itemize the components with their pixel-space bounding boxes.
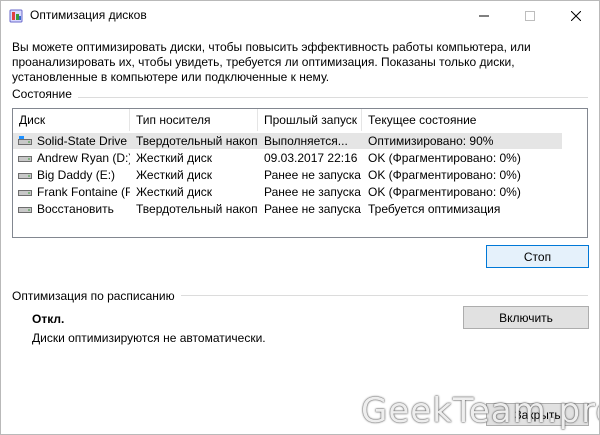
cell-last-run: 09.03.2017 22:16 bbox=[264, 151, 358, 165]
cell-media-type: Жесткий диск bbox=[136, 151, 213, 165]
optimize-drives-window: Оптимизация дисков Вы можете оптимизиров… bbox=[0, 0, 600, 435]
title-bar[interactable]: Оптимизация дисков bbox=[1, 1, 599, 31]
cell-last-run: Ранее не запуска... bbox=[264, 168, 362, 182]
defrag-app-icon bbox=[9, 9, 23, 23]
system-drive-icon bbox=[18, 136, 32, 145]
column-media-type[interactable]: Тип носителя bbox=[130, 109, 258, 131]
drive-row[interactable]: Big Daddy (E:) Жесткий диск Ранее не запус… bbox=[13, 167, 587, 183]
drive-row[interactable]: Frank Fontaine (F:) Жесткий диск Ранее не … bbox=[13, 184, 587, 200]
watermark: GeekTeam.pro bbox=[361, 391, 600, 431]
status-section-label: Состояние bbox=[12, 87, 78, 101]
cell-media-type: Твердотельный накоп... bbox=[130, 133, 258, 149]
column-disk[interactable]: Диск bbox=[13, 109, 130, 131]
window-title: Оптимизация дисков bbox=[30, 8, 147, 22]
status-divider bbox=[12, 97, 588, 98]
cell-last-run: Ранее не запуска... bbox=[264, 202, 362, 216]
schedule-state: Откл. bbox=[32, 312, 65, 326]
cell-current-status: OK (Фрагментировано: 0%) bbox=[368, 185, 521, 199]
close-icon bbox=[571, 11, 581, 21]
column-current-status[interactable]: Текущее состояние bbox=[362, 109, 587, 131]
hard-drive-icon bbox=[18, 156, 32, 162]
maximize-icon bbox=[525, 11, 535, 21]
maximize-button[interactable] bbox=[507, 1, 553, 31]
cell-last-run: Ранее не запуска... bbox=[264, 185, 362, 199]
cell-current-status: OK (Фрагментировано: 0%) bbox=[368, 168, 521, 182]
cell-media-type: Жесткий диск bbox=[136, 185, 213, 199]
column-last-run[interactable]: Прошлый запуск bbox=[258, 109, 362, 131]
minimize-icon bbox=[479, 15, 489, 17]
cell-last-run: Выполняется... bbox=[258, 133, 362, 149]
minimize-button[interactable] bbox=[461, 1, 507, 31]
hard-drive-icon bbox=[18, 207, 32, 213]
enable-schedule-button[interactable]: Включить bbox=[463, 306, 589, 329]
drive-row[interactable]: Solid-State Drive (C:)Твердотельный нако… bbox=[13, 133, 587, 149]
hard-drive-icon bbox=[18, 190, 32, 196]
drive-list[interactable]: Диск Тип носителя Прошлый запуск Текущее… bbox=[12, 108, 588, 238]
stop-button[interactable]: Стоп bbox=[486, 245, 589, 268]
cell-current-status: Требуется оптимизация bbox=[368, 202, 501, 216]
cell-media-type: Жесткий диск bbox=[136, 168, 213, 182]
close-window-button[interactable] bbox=[553, 1, 599, 31]
cell-current-status: Оптимизировано: 90% bbox=[362, 133, 562, 149]
schedule-section-label: Оптимизация по расписанию bbox=[12, 289, 181, 303]
drive-row[interactable]: Andrew Ryan (D:) Жесткий диск 09.03.2017 2… bbox=[13, 150, 587, 166]
drive-row[interactable]: Восстановить Твердотельный накоп... Ранее … bbox=[13, 201, 587, 217]
intro-text: Вы можете оптимизировать диски, чтобы по… bbox=[12, 40, 531, 84]
hard-drive-icon bbox=[18, 173, 32, 179]
cell-media-type: Твердотельный накоп... bbox=[136, 202, 258, 216]
drive-list-header: Диск Тип носителя Прошлый запуск Текущее… bbox=[13, 109, 587, 131]
schedule-description: Диски оптимизируются не автоматически. bbox=[32, 331, 266, 345]
cell-current-status: OK (Фрагментировано: 0%) bbox=[368, 151, 521, 165]
